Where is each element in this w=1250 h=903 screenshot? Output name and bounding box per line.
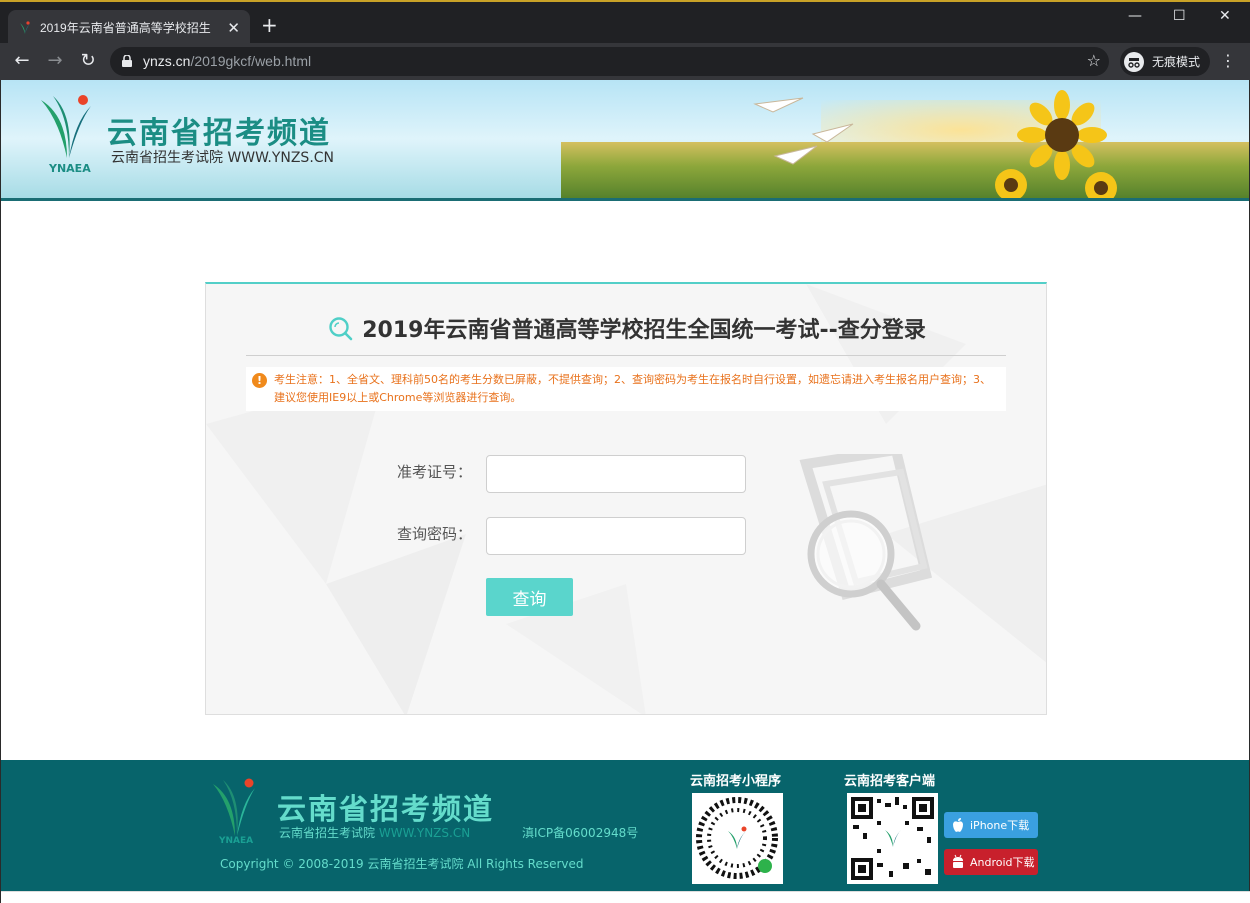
password-label: 查询密码： — [396, 525, 472, 543]
header-brand-abbr: YNAEA — [49, 162, 91, 175]
footer-brand-sub: 云南省招生考试院 WWW.YNZS.CN — [279, 824, 470, 841]
title-divider — [246, 355, 1006, 356]
client-label: 云南招考客户端 — [844, 774, 936, 789]
footer-brand-abbr: YNAEA — [219, 836, 254, 846]
warning-icon: ! — [252, 373, 267, 388]
site-footer: YNAEA 云南省招考频道 云南省招生考试院 WWW.YNZS.CN 滇ICP备… — [1, 760, 1249, 891]
url-host: ynzs.cn — [143, 53, 191, 69]
notice-box: ! 考生注意：1、全省文、理科前50名的考生分数已屏蔽，不提供查询；2、查询密码… — [246, 367, 1006, 411]
close-window-icon[interactable]: ✕ — [1219, 8, 1231, 24]
query-button[interactable]: 查询 — [486, 578, 573, 616]
search-icon — [329, 317, 353, 341]
incognito-label: 无痕模式 — [1152, 55, 1201, 69]
back-icon[interactable]: ← — [10, 49, 34, 73]
login-title-text: 2019年云南省普通高等学校招生全国统一考试--查分登录 — [362, 318, 926, 343]
android-download-label: Android下载 — [970, 856, 1035, 869]
reload-icon[interactable]: ↻ — [76, 49, 100, 73]
lock-icon — [122, 55, 132, 67]
url-text: ynzs.cn/2019gkcf/web.html — [143, 53, 311, 69]
miniprogram-qr — [692, 793, 783, 884]
magnifier-illustration-icon — [799, 454, 933, 631]
minimize-icon[interactable]: — — [1128, 8, 1142, 24]
login-card: 2019年云南省普通高等学校招生全国统一考试--查分登录 ! 考生注意：1、全省… — [205, 282, 1047, 715]
incognito-icon — [1124, 51, 1144, 72]
banner-field-image — [561, 142, 1249, 198]
header-brand-sub: 云南省招生考试院 WWW.YNZS.CN — [111, 150, 335, 166]
header-brand-title[interactable]: 云南省招考频道 — [107, 108, 331, 152]
iphone-download-label: iPhone下载 — [970, 819, 1030, 832]
login-title: 2019年云南省普通高等学校招生全国统一考试--查分登录 — [206, 312, 1046, 344]
browser-tab-bar: 2019年云南省普通高等学校招生 ✕ + — ☐ ✕ — [0, 0, 1250, 45]
android-download-button[interactable]: Android下载 — [944, 849, 1038, 875]
footer-org: 云南省招生考试院 — [279, 826, 376, 840]
bookmark-star-icon[interactable]: ☆ — [1087, 51, 1101, 70]
sunflower-small-icon — [995, 169, 1027, 198]
page-content: YNAEA 云南省招考频道 云南省招生考试院 WWW.YNZS.CN 2019年… — [0, 80, 1250, 903]
footer-site[interactable]: WWW.YNZS.CN — [379, 826, 470, 840]
client-qr — [847, 793, 938, 884]
page-bottom-strip — [1, 891, 1250, 903]
new-tab-icon[interactable]: + — [261, 15, 278, 35]
android-icon — [953, 854, 963, 868]
maximize-icon[interactable]: ☐ — [1173, 8, 1186, 24]
iphone-download-button[interactable]: iPhone下载 — [944, 812, 1038, 838]
url-path: /2019gkcf/web.html — [190, 53, 312, 69]
miniprogram-label: 云南招考小程序 — [690, 774, 782, 789]
tab-close-icon[interactable]: ✕ — [227, 19, 240, 37]
tab-title: 2019年云南省普通高等学校招生 — [40, 21, 211, 35]
footer-icp[interactable]: 滇ICP备06002948号 — [522, 824, 638, 841]
paper-plane-icon — [753, 97, 854, 165]
notice-text: 考生注意：1、全省文、理科前50名的考生分数已屏蔽，不提供查询；2、查询密码为考… — [274, 373, 991, 404]
forward-icon[interactable]: → — [43, 49, 67, 73]
incognito-badge[interactable]: 无痕模式 — [1120, 47, 1210, 76]
password-input[interactable] — [486, 517, 746, 555]
browser-toolbar: ← → ↻ ynzs.cn/2019gkcf/web.html ☆ 无痕模式 ⋮ — [0, 43, 1250, 80]
browser-menu-icon[interactable]: ⋮ — [1220, 51, 1236, 70]
exam-no-label: 准考证号： — [396, 463, 472, 481]
site-favicon-icon — [20, 20, 30, 34]
footer-brand-title: 云南省招考频道 — [277, 792, 495, 826]
apple-icon — [953, 818, 963, 832]
ynaea-logo-icon — [41, 95, 91, 158]
sunflower-small-icon-2 — [1085, 172, 1117, 198]
browser-tab[interactable]: 2019年云南省普通高等学校招生 ✕ — [8, 10, 250, 45]
footer-copyright: Copyright © 2008-2019 云南省招生考试院 All Right… — [220, 857, 584, 871]
exam-no-input[interactable] — [486, 455, 746, 493]
address-bar[interactable]: ynzs.cn/2019gkcf/web.html ☆ — [110, 47, 1109, 76]
site-header-banner: YNAEA 云南省招考频道 云南省招生考试院 WWW.YNZS.CN — [1, 80, 1249, 201]
